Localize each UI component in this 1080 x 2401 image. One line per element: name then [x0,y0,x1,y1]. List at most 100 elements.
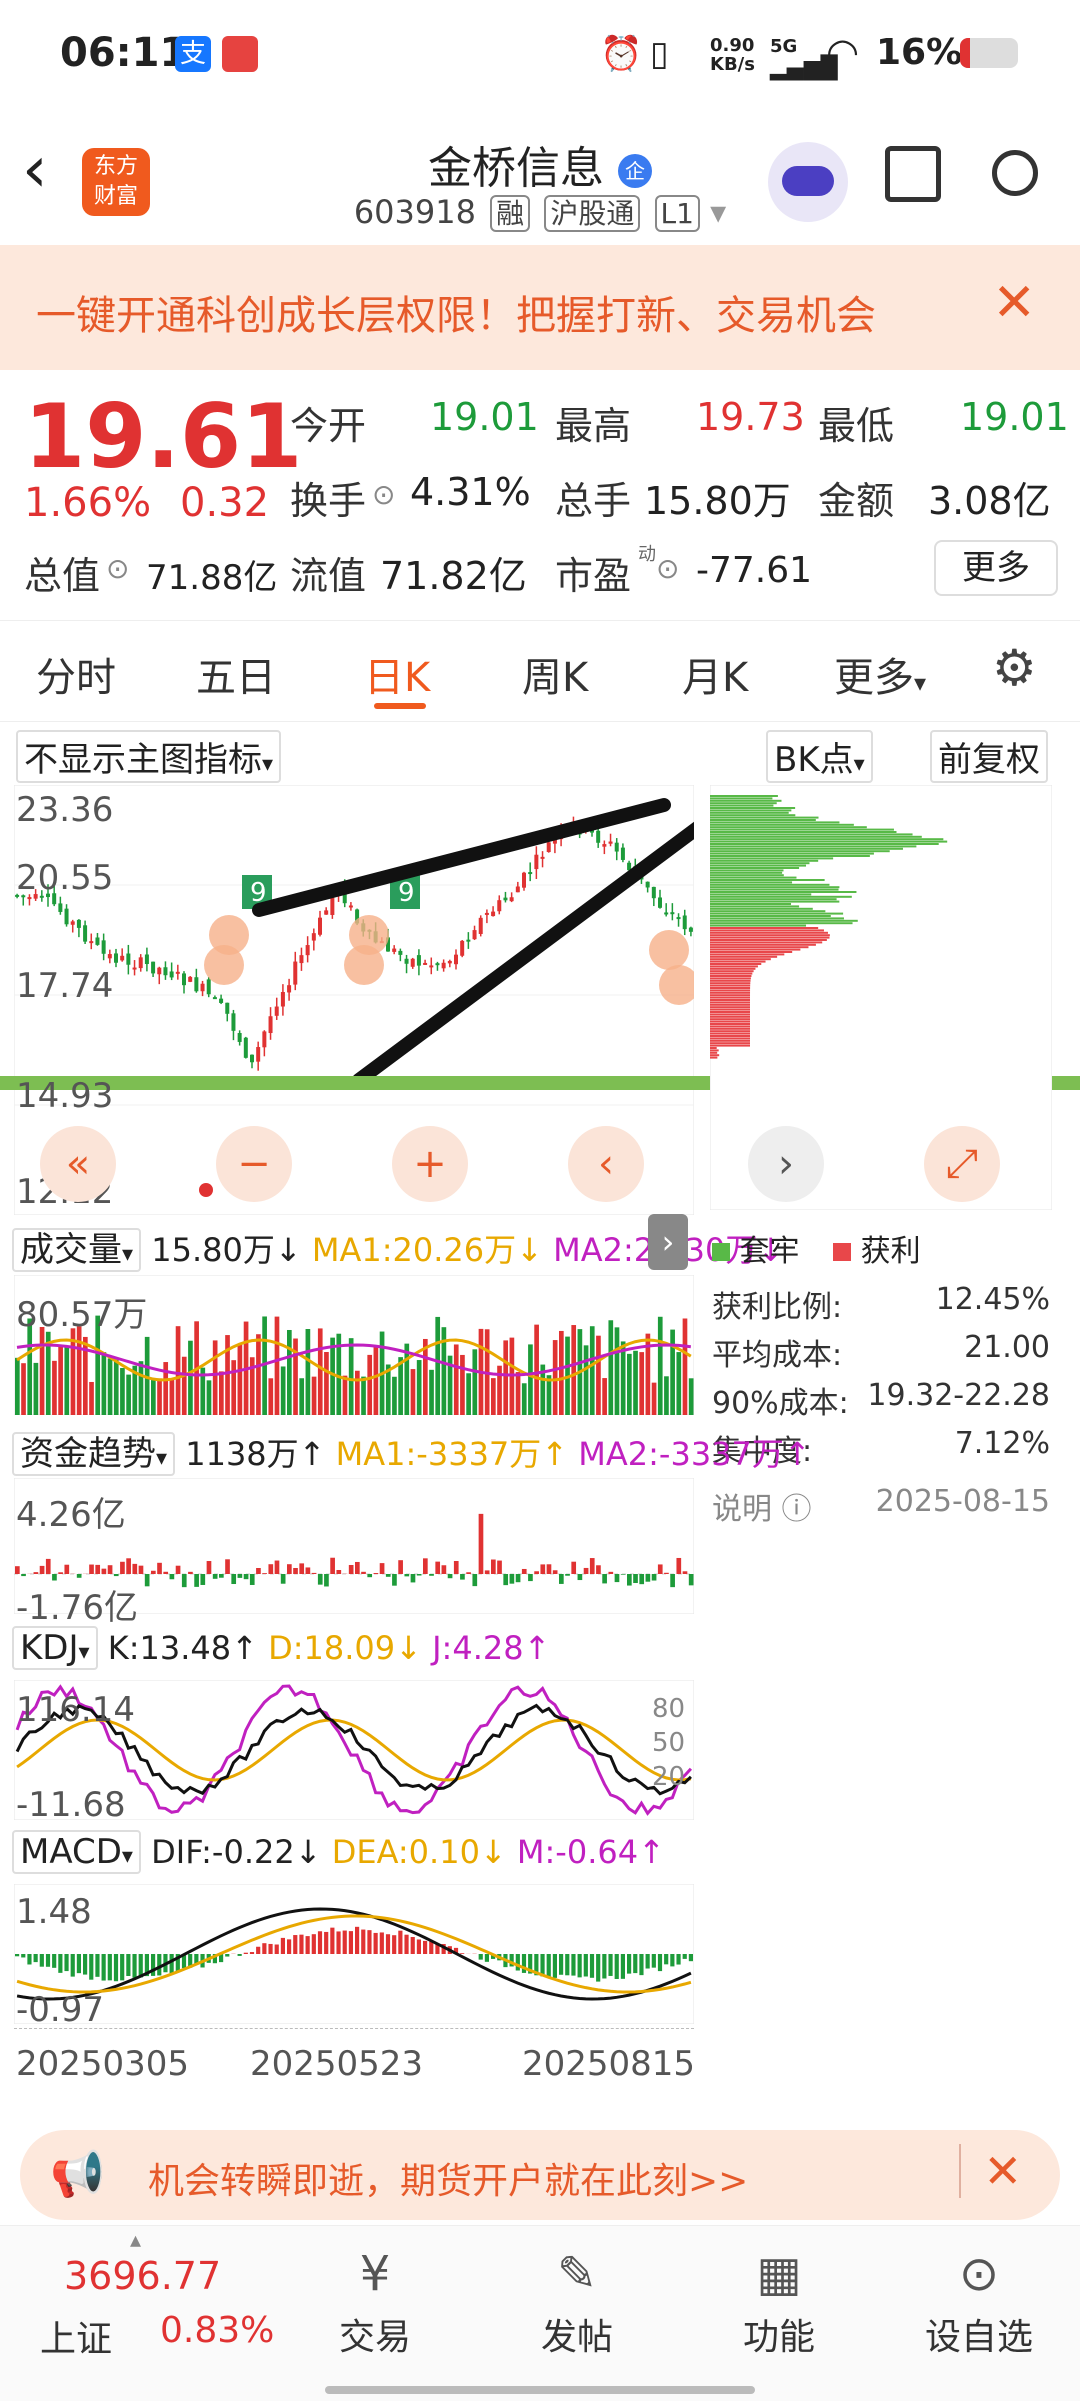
volume-select[interactable]: 成交量▾ [12,1228,141,1272]
more-button[interactable]: 更多 [934,540,1058,596]
tab-daily-k[interactable]: 日K [364,645,430,703]
fund-bar [293,1568,298,1574]
chip-bar [710,929,824,931]
candle-body [133,968,137,970]
banner-text[interactable]: 一键开通科创成长层权限！把握打新、交易机会 [36,283,876,341]
candle-body [281,992,285,1007]
nav-post[interactable]: ✎ 发帖 [512,2246,642,2360]
volume-label: 总手 [555,470,631,525]
status-bar: 06:11 支 ⏰ ▯ 0.90 KB/s 5G ▂▄▆█ ◠ 16% [0,0,1080,110]
volume-bar [460,1355,465,1415]
chip-note[interactable]: 说明 ⓘ [712,1484,812,1528]
fund-bar [411,1574,416,1582]
fund-bar [503,1574,508,1585]
fund-bar [194,1574,199,1587]
chevron-right-icon[interactable]: › [748,1126,824,1202]
volume-bar [522,1383,527,1415]
tab-weekly-k[interactable]: 周K [522,645,588,703]
macd-bar [281,1938,285,1954]
macd-bar [380,1932,384,1954]
nav-trade[interactable]: ¥ 交易 [310,2246,440,2360]
stock-code: 603918 [354,193,476,231]
fund-bar [225,1559,230,1574]
macd-bar [306,1936,310,1954]
settings-gear-icon[interactable]: ⚙ [992,643,1037,693]
kdj-j: J:4.28↑ [432,1629,550,1667]
index-change[interactable]: 0.83% [160,2310,274,2351]
chip-bar [710,980,751,982]
index-name[interactable]: 上证 [40,2310,112,2362]
volume-bar [454,1344,459,1415]
tab-five-day[interactable]: 五日 [196,645,276,703]
fund-bottom: -1.76亿 [16,1580,138,1629]
close-icon[interactable]: ✕ [992,273,1036,333]
macd-bottom: -0.97 [16,1990,104,2030]
fund-bar [510,1574,515,1584]
kdj-select[interactable]: KDJ▾ [12,1626,98,1670]
chevron-down-icon[interactable]: ▾ [710,193,726,231]
nav-watchlist[interactable]: ⊙ 设自选 [914,2246,1044,2360]
rewind-icon[interactable]: « [40,1126,116,1202]
promo-text[interactable]: 机会转瞬即逝，期货开户就在此刻>> [148,2152,748,2204]
macd-bar [578,1954,582,1977]
bottom-nav: ▴ 3696.77 上证 0.83% ¥ 交易 ✎ 发帖 ▦ 功能 ⊙ 设自选 [0,2225,1080,2401]
macd-bar [77,1954,81,1973]
candle-body [405,959,409,964]
volume-bar [602,1378,607,1415]
index-value[interactable]: 3696.77 [64,2254,221,2298]
zoom-in-icon[interactable]: + [392,1126,468,1202]
chevron-up-icon[interactable]: ▴ [130,2228,141,2253]
info-icon[interactable]: ⊙ [106,552,129,585]
volume-bar [40,1327,45,1415]
macd-select[interactable]: MACD▾ [12,1830,141,1874]
expand-right-icon[interactable]: › [648,1214,688,1270]
fund-bar [182,1574,187,1587]
share-icon[interactable] [885,146,941,202]
tab-more[interactable]: 更多▾ [834,645,926,703]
fullscreen-icon[interactable]: ⤢ [924,1126,1000,1202]
tab-intraday[interactable]: 分时 [36,645,116,703]
chip-bar [710,1030,750,1032]
tab-monthly-k[interactable]: 月K [682,645,748,703]
chip-bar [710,800,781,802]
macd-bar [52,1954,56,1968]
macd-bar [429,1942,433,1954]
fund-bar [670,1574,675,1587]
candle-body [102,940,106,953]
close-icon[interactable]: ✕ [959,2144,1022,2198]
info-icon[interactable]: ⊙ [372,478,395,511]
macd-bar [355,1927,359,1954]
main-indicator-select[interactable]: 不显示主图指标▾ [16,730,281,783]
pe-sup: 动 [638,540,656,566]
fund-bar [108,1565,113,1574]
volume-bar [392,1377,397,1415]
fund-bar [163,1572,168,1574]
chevron-left-icon[interactable]: ‹ [568,1126,644,1202]
macd-bar [120,1954,124,1980]
fund-select[interactable]: 资金趋势▾ [12,1432,175,1476]
chip-row-label: 获利比例: [712,1282,842,1326]
fund-bar [318,1574,323,1585]
bk-select[interactable]: BK点▾ [766,730,873,783]
adjust-button[interactable]: 前复权 [930,730,1048,783]
fund-bar [188,1572,193,1574]
change-pct: 1.66% [24,480,151,526]
search-icon[interactable] [992,150,1038,196]
info-icon[interactable]: ⊙ [656,552,679,585]
candle-body [423,963,427,965]
assistant-avatar-icon[interactable] [768,142,848,222]
chip-bar [710,814,795,816]
chip-bar [710,795,778,797]
candle-body [417,955,421,966]
status-time: 06:11 [60,30,187,76]
chip-date: 2025-08-15 [876,1484,1050,1519]
chip-bar [710,821,839,823]
promo-banner[interactable]: 一键开通科创成长层权限！把握打新、交易机会 ✕ [0,245,1080,370]
futures-promo[interactable]: 📢 机会转瞬即逝，期货开户就在此刻>> ✕ [20,2130,1060,2220]
candle-body [176,972,180,974]
zoom-out-icon[interactable]: − [216,1126,292,1202]
chip-bar [710,946,808,948]
volume-bar [670,1330,675,1415]
nav-functions[interactable]: ▦ 功能 [714,2246,844,2360]
volume-bar [429,1370,434,1415]
